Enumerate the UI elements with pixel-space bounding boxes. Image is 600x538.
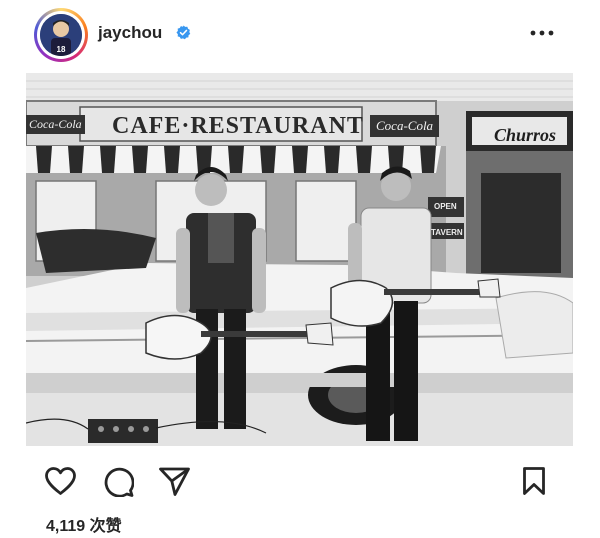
avatar-illustration: 18 xyxy=(40,14,82,56)
story-ring[interactable]: 18 xyxy=(34,8,88,62)
avatar-frame: 18 xyxy=(37,11,85,59)
bookmark-icon[interactable] xyxy=(522,466,546,496)
churros-sign: Churros xyxy=(494,125,557,145)
tavern-sign: TAVERN xyxy=(431,228,463,237)
coca-cola-sign-left: Coca-Cola xyxy=(26,115,85,134)
open-sign: OPEN xyxy=(434,202,457,211)
comment-icon[interactable] xyxy=(102,466,134,497)
cafe-restaurant-sign: CAFE·RESTAURANT xyxy=(112,113,364,139)
more-options-icon[interactable] xyxy=(529,24,555,42)
awning xyxy=(26,146,441,173)
avatar[interactable]: 18 xyxy=(40,14,82,56)
likes-count[interactable]: 4,119 次赞 xyxy=(46,512,122,536)
post-header: 18 jaychou xyxy=(0,0,600,70)
heart-icon[interactable] xyxy=(44,466,77,496)
verified-badge-icon xyxy=(176,25,191,40)
coca-cola-sign-right: Coca-Cola xyxy=(370,115,440,137)
username-link[interactable]: jaychou xyxy=(98,23,162,43)
jersey-number: 18 xyxy=(57,45,66,54)
send-icon[interactable] xyxy=(158,466,191,497)
post-photo[interactable]: CAFE·RESTAURANT Coca-Cola Coca-Cola Chur… xyxy=(26,73,573,446)
